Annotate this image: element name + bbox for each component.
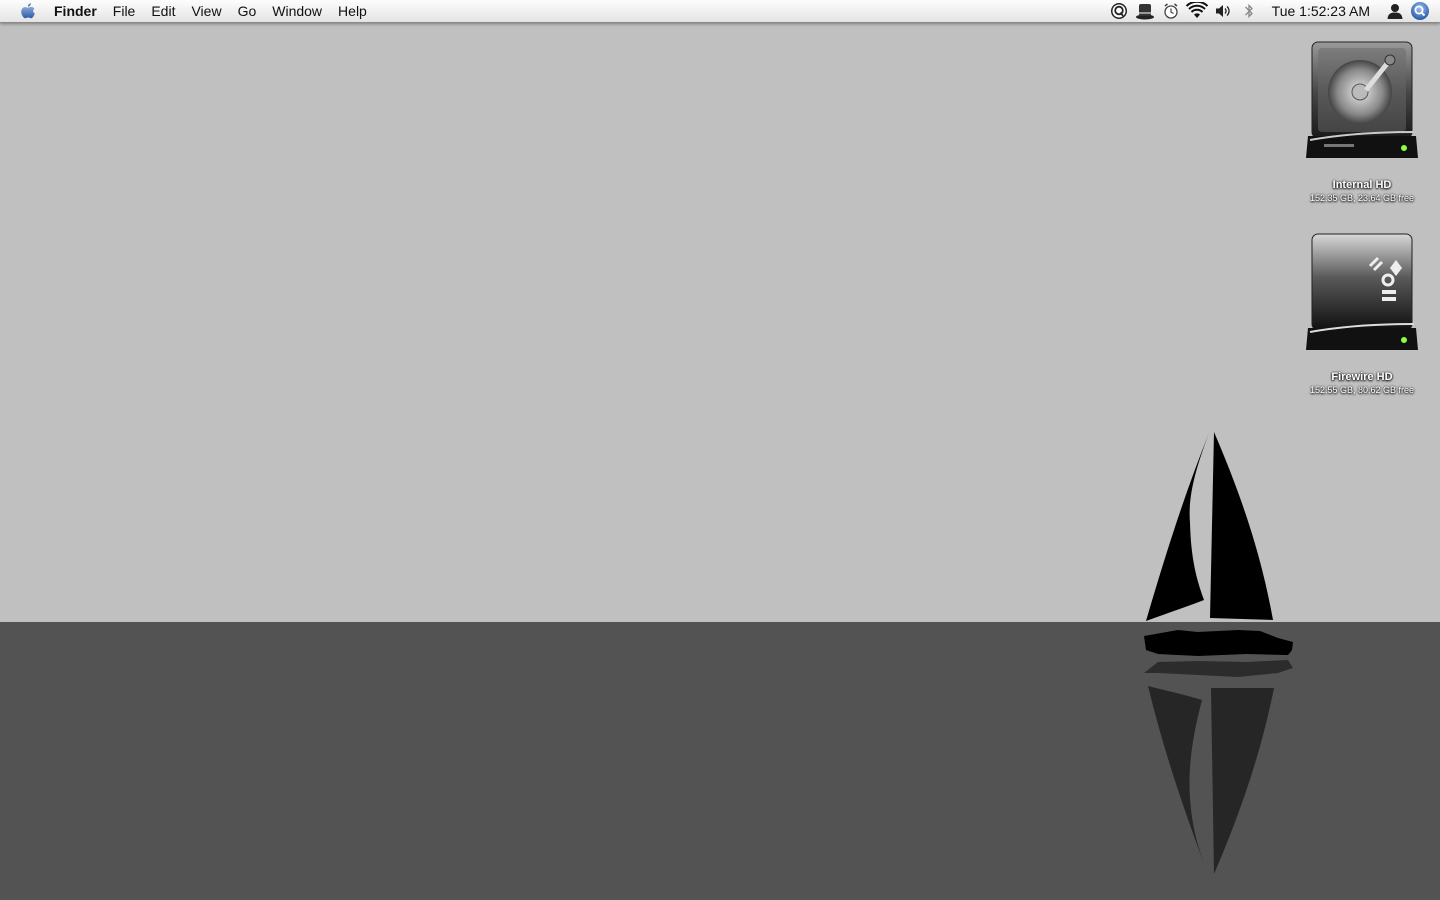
volume-icon[interactable] [1210, 0, 1236, 22]
menu-bar: Finder File Edit View Go Window Help Tue… [0, 0, 1440, 23]
menu-extras: Tue 1:52:23 AM [1106, 0, 1440, 22]
menu-app-finder[interactable]: Finder [50, 0, 105, 22]
desktop-icon-firewire-hd[interactable]: Firewire HD 152.55 GB, 80.62 GB free [1292, 232, 1432, 395]
apple-icon[interactable] [17, 0, 39, 22]
desktop-icon-label: Internal HD [1332, 179, 1392, 191]
desktop-icon-info: 152.55 GB, 80.62 GB free [1309, 385, 1415, 395]
desktop-icon-label: Firewire HD [1331, 371, 1393, 383]
menu-edit[interactable]: Edit [143, 0, 183, 22]
menu-view[interactable]: View [183, 0, 229, 22]
user-icon[interactable] [1382, 0, 1408, 22]
menu-clock[interactable]: Tue 1:52:23 AM [1262, 0, 1382, 22]
desktop-icon-internal-hd[interactable]: Internal HD 152.35 GB, 23.64 GB free [1292, 40, 1432, 203]
menu-file[interactable]: File [105, 0, 144, 22]
menu-window[interactable]: Window [264, 0, 330, 22]
sailboat-icon [1144, 432, 1293, 874]
desktop-icon-info: 152.35 GB, 23.64 GB free [1309, 193, 1415, 203]
firewire-drive-icon [1306, 233, 1418, 350]
menu-go[interactable]: Go [230, 0, 265, 22]
spotlight-icon[interactable] [1408, 0, 1432, 22]
bluetooth-icon[interactable] [1236, 0, 1262, 22]
top-hat-icon[interactable] [1132, 0, 1158, 22]
alarm-clock-icon[interactable] [1158, 0, 1184, 22]
hard-drive-icon [1306, 41, 1418, 158]
wifi-icon[interactable] [1184, 0, 1210, 22]
menu-help[interactable]: Help [330, 0, 375, 22]
quicksilver-icon[interactable] [1106, 0, 1132, 22]
